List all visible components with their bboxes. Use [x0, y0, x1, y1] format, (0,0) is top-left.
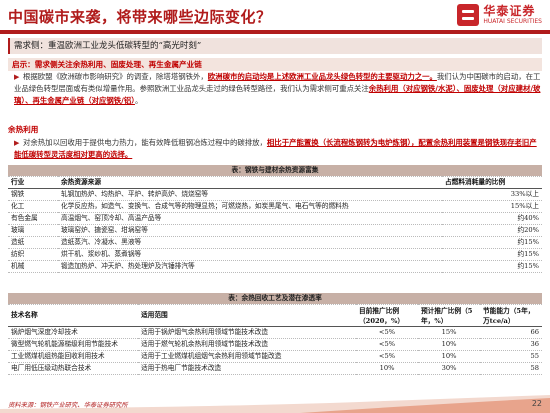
table-cell: 10% — [379, 364, 395, 372]
logo-name-en: HUATAI SECURITIES — [483, 18, 542, 25]
table-cell: 10% — [441, 352, 457, 360]
table1-caption: 表：钢铁与建材余热资源富集 — [8, 165, 542, 177]
table-cell: 58 — [530, 364, 539, 372]
table2-col-forecast: 预计推广比例（5年，%） — [418, 304, 480, 327]
logo-name-cn: 华泰证券 — [483, 4, 536, 18]
table-cell: 玻璃窑炉、搪瓷窑、坩埚窑等 — [61, 226, 148, 234]
table-row: 钢铁 轧钢加热炉、均热炉、平炉、转炉高炉、烧烧窑等 33%以上 — [8, 189, 542, 201]
table-cell: 纺织 — [11, 250, 25, 258]
table-cell: 约15% — [517, 250, 539, 258]
table-row: 化工 化学反应热，如造气、变换气、合成气等的物理显热；可燃烧热，如炭黑尾气、电石气… — [8, 201, 542, 213]
table-cell: 化学反应热，如造气、变换气、合成气等的物理显热；可燃烧热，如炭黑尾气、电石气等的… — [61, 202, 349, 210]
table-cell: 烘干机、浆纱机、蒸煮锅等 — [61, 250, 142, 258]
p1-text-e: 。 — [134, 96, 143, 105]
table-cell: <5% — [378, 328, 396, 336]
huatai-logo-icon — [457, 4, 480, 26]
table-cell: 66 — [530, 328, 539, 336]
table-cell: 约15% — [517, 238, 539, 246]
insight-heading: 启示：需求侧关注余热利用、固废处理、再生金属产业链 — [8, 58, 542, 71]
table2-col-tech: 技术名称 — [8, 304, 138, 327]
insight-paragraph: ▶ 根据欧盟《欧洲碳市影响研究》的调查，除塔塔钢铁外，欧洲碳市的启动均是上述欧洲工… — [14, 71, 542, 107]
table-cell: 工业燃煤机组热能回收利用技术 — [11, 352, 105, 360]
table-cell: 化工 — [11, 202, 25, 210]
table-cell: 有色金属 — [11, 214, 38, 222]
p1-highlight-b: 欧洲碳市的启动均是上述欧洲工业品龙头绿色转型的主要驱动力之一。 — [207, 72, 437, 81]
table-cell: 机械 — [11, 262, 25, 270]
table2-col-current: 目前推广比例（2020，%） — [356, 304, 418, 327]
table-row: 工业燃煤机组热能回收利用技术 适用于工业燃煤机组烟气余热利用领域节能改造 <5% 10… — [8, 351, 542, 363]
p2-text-a: 对余热加以回收用于提供电力热力，能有效降低粗钢冶炼过程中的碳排放， — [23, 138, 267, 147]
table-cell: 30% — [441, 364, 457, 372]
table-cell: 微型燃气轮机能源梯级利用节能技术 — [11, 340, 118, 348]
table-cell: <5% — [378, 352, 396, 360]
source-note: 资料来源：钢铁产业研究、华泰证券研究所 — [8, 402, 128, 409]
table-cell: 15%以上 — [510, 202, 539, 210]
waste-heat-heading: 余热利用 — [8, 125, 39, 134]
waste-heat-resource-table: 表：钢铁与建材余热资源富集 行业 余热资源来源 占燃料消耗量的比例 钢铁 轧钢加热… — [8, 165, 542, 273]
page-title: 中国碳市来袭，将带来哪些边际变化？ — [8, 8, 272, 26]
section-title: 需求侧：重温欧洲工业龙头低碳转型的“高光时刻” — [8, 38, 542, 54]
table-cell: 轧钢加热炉、均热炉、平炉、转炉高炉、烧烧窑等 — [61, 190, 209, 198]
page-number: 22 — [531, 399, 542, 408]
table-row: 纺织 烘干机、浆纱机、蒸煮锅等 约15% — [8, 249, 542, 261]
brand-logo: 华泰证券 HUATAI SECURITIES — [457, 4, 542, 26]
table-cell: 造纸蒸汽、冷凝水、黑液等 — [61, 238, 142, 246]
table-cell: 33%以上 — [510, 190, 539, 198]
table-cell: 玻璃 — [11, 226, 25, 234]
table-cell: 36 — [530, 340, 539, 348]
table-cell: 锻造加热炉、冲天炉、热处理炉及汽锤排汽等 — [61, 262, 195, 270]
table-cell: 适用于燃气轮机余热利用领域节能技术改造 — [141, 340, 269, 348]
table-cell: 10% — [441, 340, 457, 348]
table-cell: 造纸 — [11, 238, 25, 246]
table2-col-saving: 节能能力（5年，万tce/a） — [480, 304, 542, 327]
table-cell: 55 — [530, 352, 539, 360]
table-row: 锅炉烟气深度冷却技术 适用于锅炉烟气余热利用领域节能技术改造 <5% 15% 66 — [8, 327, 542, 339]
table-cell: 适用于热电厂节能技术改造 — [141, 364, 222, 372]
table-cell: <5% — [378, 340, 396, 348]
triangle-bullet-icon: ▶ — [14, 139, 20, 147]
table-row: 机械 锻造加热炉、冲天炉、热处理炉及汽锤排汽等 约15% — [8, 261, 542, 273]
table-cell: 锅炉烟气深度冷却技术 — [11, 328, 78, 336]
table1-col-industry: 行业 — [8, 176, 58, 189]
p1-text-a: 根据欧盟《欧洲碳市影响研究》的调查，除塔塔钢铁外， — [23, 72, 208, 81]
table-cell: 约40% — [517, 214, 539, 222]
table-cell: 15% — [441, 328, 457, 336]
table-row: 有色金属 高温烟气、窑顶冷却、高温产品等 约40% — [8, 213, 542, 225]
table2-col-scope: 适用范围 — [138, 304, 356, 327]
table-row: 造纸 造纸蒸汽、冷凝水、黑液等 约15% — [8, 237, 542, 249]
waste-heat-paragraph: ▶ 对余热加以回收用于提供电力热力，能有效降低粗钢冶炼过程中的碳排放，相比于产能置… — [14, 137, 542, 161]
table-cell: 约15% — [517, 262, 539, 270]
triangle-bullet-icon: ▶ — [14, 73, 20, 81]
table1-col-source: 余热资源来源 — [58, 176, 442, 189]
waste-heat-process-table: 表：余热回收工艺及潜在渗透率 技术名称 适用范围 目前推广比例（2020，%） … — [8, 293, 542, 375]
title-rule — [0, 30, 550, 34]
table-row: 玻璃 玻璃窑炉、搪瓷窑、坩埚窑等 约20% — [8, 225, 542, 237]
table-cell: 电厂用低压级动热联合技术 — [11, 364, 92, 372]
table-row: 微型燃气轮机能源梯级利用节能技术 适用于燃气轮机余热利用领域节能技术改造 <5% 10… — [8, 339, 542, 351]
table-cell: 高温烟气、窑顶冷却、高温产品等 — [61, 214, 162, 222]
table-cell: 适用于锅炉烟气余热利用领域节能技术改造 — [141, 328, 269, 336]
table-cell: 约20% — [517, 226, 539, 234]
table1-col-ratio: 占燃料消耗量的比例 — [442, 176, 542, 189]
table-cell: 适用于工业燃煤机组烟气余热利用领域节能改造 — [141, 352, 282, 360]
table-row: 电厂用低压级动热联合技术 适用于热电厂节能技术改造 10% 30% 58 — [8, 363, 542, 375]
table-cell: 钢铁 — [11, 190, 25, 198]
table2-caption: 表：余热回收工艺及潜在渗透率 — [8, 293, 542, 305]
